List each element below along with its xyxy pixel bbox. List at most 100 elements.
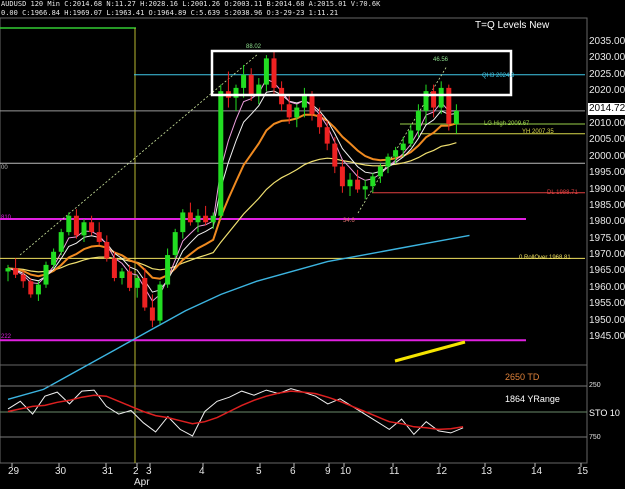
osc-label-td: 2650 TD	[505, 372, 540, 382]
candle-body	[51, 251, 57, 265]
level-label-rollover: 0 RollOver 1968.81	[519, 255, 571, 261]
candle-body	[393, 150, 399, 157]
candle-body	[248, 74, 254, 95]
candle-body	[309, 94, 315, 115]
osc-label-sto: STO 10	[589, 408, 620, 418]
candle-body	[347, 179, 353, 187]
candle-body	[317, 114, 323, 128]
candle-body	[180, 212, 186, 233]
candle-body	[241, 74, 247, 88]
x-tick-label: 12	[436, 466, 448, 477]
y-tick-label: 1995.00	[589, 167, 625, 179]
header-line-1: AUDUSD 120 Min C:2014.68 N:11.27 H:2028.…	[1, 0, 381, 8]
candle-body	[446, 87, 452, 124]
candle-body	[415, 110, 421, 131]
candle-body	[332, 143, 338, 167]
candle-body	[203, 215, 209, 223]
y-tick-label: 1975.00	[589, 232, 625, 244]
candle-body	[377, 166, 383, 177]
yellow-projection	[394, 340, 466, 363]
quote-header: AUDUSD 120 Min C:2014.68 N:11.27 H:2028.…	[0, 0, 625, 18]
x-tick-label: 9	[325, 466, 331, 477]
candle-body	[28, 281, 34, 295]
x-tick-label: 30	[55, 466, 67, 477]
candle-body	[134, 278, 140, 288]
candle-body	[438, 87, 444, 108]
candle-body	[385, 156, 391, 167]
x-tick-label: 10	[340, 466, 352, 477]
candle-body	[43, 264, 49, 285]
annotation-low: 34.6	[343, 218, 355, 224]
candle-body	[362, 186, 368, 190]
osc-label-yrange: 1864 YRange	[505, 394, 560, 404]
candle-body	[400, 143, 406, 151]
annotation-high-2: 46.56	[433, 57, 449, 63]
current-price-box: 2014.72	[588, 103, 625, 115]
candle-body	[294, 107, 300, 118]
candle-body	[81, 222, 87, 236]
candle-body	[73, 215, 79, 236]
osc-tick-750: 750	[589, 434, 601, 441]
x-tick-label: 6	[290, 466, 296, 477]
chart-stage: AUDUSD 120 Min C:2014.68 N:11.27 H:2028.…	[0, 0, 625, 489]
x-tick-label: 4	[199, 466, 205, 477]
annotation-high: 88.02	[246, 44, 262, 50]
y-tick-label: 1990.00	[589, 183, 625, 195]
level-label-lg-high: LG High 2009.67	[484, 121, 530, 127]
candle-body	[172, 232, 178, 256]
price-chart	[0, 17, 588, 467]
candle-body	[431, 91, 437, 108]
candle-body	[149, 307, 155, 321]
candle-body	[339, 166, 345, 187]
x-tick-label: 14	[531, 466, 543, 477]
y-tick-label: 1965.00	[589, 265, 625, 277]
x-tick-label: 11	[389, 466, 400, 477]
candle-body	[20, 274, 26, 282]
candle-body	[127, 271, 133, 288]
candle-body	[5, 268, 11, 272]
candle-body	[89, 222, 95, 233]
candle-body	[256, 84, 262, 95]
x-tick-label: 5	[256, 466, 262, 477]
osc-panel-frame	[0, 364, 588, 464]
candle-body	[271, 58, 277, 88]
candle-body	[324, 127, 330, 144]
y-tick-label: 1945.00	[589, 331, 625, 342]
x-axis-month: Apr	[134, 477, 150, 488]
candle-body	[96, 232, 102, 242]
y-tick-label: 1970.00	[589, 249, 625, 261]
level-label-magenta-upper: 810	[1, 215, 12, 221]
ma-orange	[7, 113, 457, 280]
candle-body	[355, 179, 361, 190]
x-tick-label: 15	[577, 466, 589, 477]
candle-body	[263, 58, 269, 85]
candle-body	[408, 130, 414, 144]
candle-body	[111, 258, 117, 278]
x-tick-label: 2	[133, 466, 139, 477]
candle-body	[218, 91, 224, 216]
candle-body	[157, 284, 163, 321]
ma-cyan	[7, 234, 470, 400]
candle-body	[187, 212, 193, 223]
y-tick-label: 1955.00	[589, 298, 625, 310]
y-tick-label: 2010.00	[589, 117, 625, 129]
level-label-white: 00	[1, 165, 8, 171]
candle-body	[35, 284, 41, 295]
price-panel-frame	[0, 17, 588, 366]
y-tick-label: 1985.00	[589, 199, 625, 211]
x-tick-label: 29	[8, 466, 20, 477]
y-tick-label: 2035.00	[589, 36, 625, 47]
level-label-magenta-lower: 222	[1, 334, 12, 340]
y-tick-label: 2000.00	[589, 150, 625, 162]
y-tick-label: 2005.00	[589, 134, 625, 146]
candle-body	[13, 268, 19, 275]
x-tick-label: 3	[146, 466, 152, 477]
x-tick-label: 13	[481, 466, 493, 477]
candle-body	[142, 278, 148, 308]
level-label-yh: YH 2007.35	[522, 129, 554, 135]
y-tick-label: 2025.00	[589, 68, 625, 80]
candle-body	[286, 104, 292, 118]
candle-body	[119, 271, 125, 278]
y-tick-label: 2030.00	[589, 52, 625, 64]
candle-body	[104, 241, 110, 259]
